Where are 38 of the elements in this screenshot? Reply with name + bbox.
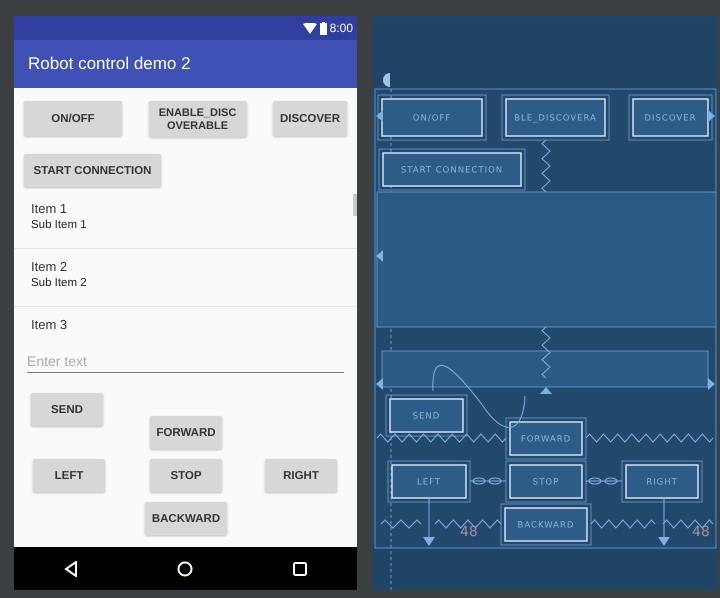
forward-button[interactable]: FORWARD <box>150 416 222 449</box>
spring-connector <box>541 326 551 378</box>
clock-time: 8:00 <box>330 21 353 35</box>
list-item[interactable]: Item 3 <box>14 307 357 337</box>
list-item[interactable]: Item 2 Sub Item 2 <box>14 249 357 307</box>
guideline-handle[interactable] <box>383 73 390 87</box>
stop-button[interactable]: STOP <box>150 459 222 492</box>
anchor-arrow <box>376 110 383 122</box>
margin-label: 48 <box>460 524 478 540</box>
battery-icon <box>320 22 327 34</box>
app-title: Robot control demo 2 <box>28 54 191 74</box>
text-input-field[interactable]: Enter text <box>27 349 344 373</box>
home-icon[interactable] <box>177 560 194 576</box>
backward-button[interactable]: BACKWARD <box>145 502 227 535</box>
start-connection-button[interactable]: START CONNECTION <box>24 154 161 187</box>
anchor-arrow <box>376 378 383 390</box>
chain-connector <box>470 478 506 484</box>
overview-icon[interactable] <box>293 562 308 576</box>
enable-discoverable-button[interactable]: ENABLE_DISC OVERABLE <box>148 101 246 137</box>
spring-connector <box>541 140 551 192</box>
margin-label: 48 <box>692 524 710 540</box>
discover-button[interactable]: DISCOVER <box>273 101 347 136</box>
left-button[interactable]: LEFT <box>33 459 105 492</box>
constraint-arrow <box>658 498 670 546</box>
anchor-arrow <box>708 378 715 390</box>
chain-connector <box>586 478 622 484</box>
send-button[interactable]: SEND <box>31 393 103 426</box>
right-button[interactable]: RIGHT <box>265 459 337 492</box>
anchor-arrow <box>540 387 552 394</box>
scrollbar[interactable] <box>353 194 357 216</box>
on-off-button[interactable]: ON/OFF <box>24 101 122 136</box>
wifi-icon <box>302 22 317 34</box>
spring-connector <box>380 519 422 529</box>
anchor-arrow <box>708 110 715 122</box>
anchor-arrow <box>376 250 383 262</box>
spring-connector <box>590 519 656 529</box>
constraint-arrow <box>423 498 435 546</box>
back-icon[interactable] <box>64 560 78 576</box>
